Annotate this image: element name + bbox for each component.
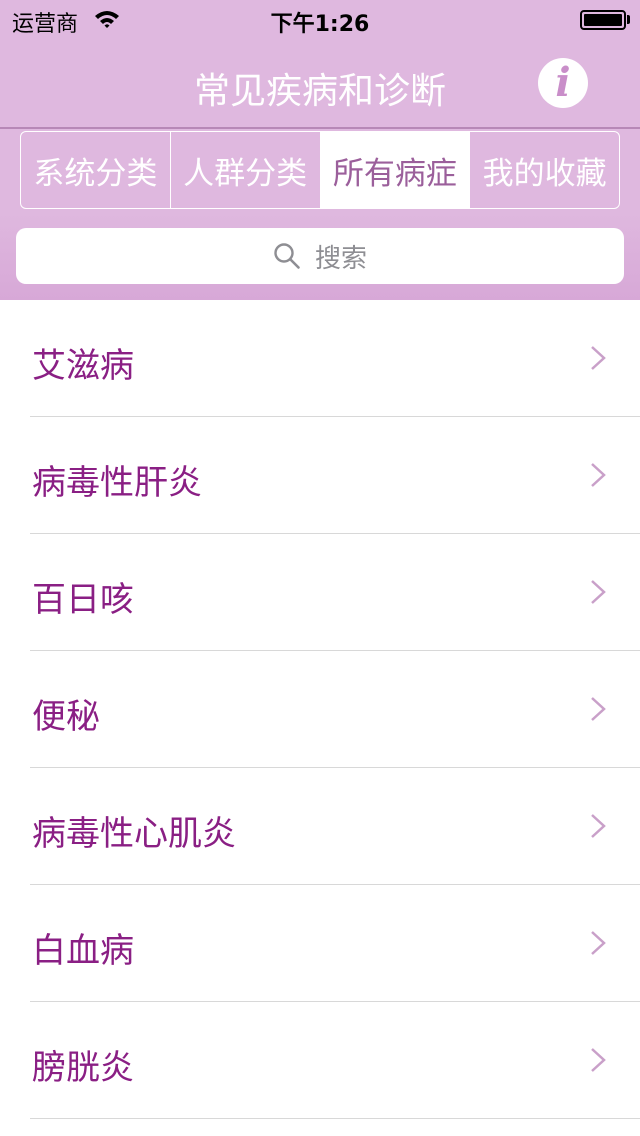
chevron-right-icon [591,1048,606,1072]
list-item-label: 膀胱炎 [32,1048,134,1088]
tab-my-favorites[interactable]: 我的收藏 [470,132,619,208]
search-bar: 搜索 [0,213,640,300]
chevron-right-icon [591,697,606,721]
status-time: 下午1:26 [270,12,370,37]
search-placeholder: 搜索 [314,243,367,274]
chevron-right-icon [591,463,606,487]
navigation-bar: 常见疾病和诊断 i [0,40,640,128]
category-segmented-control: 系统分类 人群分类 所有病症 我的收藏 [20,131,620,209]
tab-all-diseases[interactable]: 所有病症 [320,132,471,208]
info-icon[interactable]: i [538,58,588,108]
search-input[interactable]: 搜索 [16,228,624,284]
disease-list: 艾滋病 病毒性肝炎 百日咳 便秘 病毒性心肌炎 白血病 膀胱炎 [0,300,640,1119]
list-item-label: 病毒性肝炎 [32,463,202,503]
list-item-label: 艾滋病 [32,346,134,386]
battery-icon [580,10,626,30]
chevron-right-icon [591,931,606,955]
list-item[interactable]: 白血病 [0,885,640,1002]
chevron-right-icon [591,580,606,604]
segment-bar: 系统分类 人群分类 所有病症 我的收藏 [0,129,640,213]
row-separator [30,1118,640,1119]
info-glyph: i [555,59,571,106]
list-item[interactable]: 膀胱炎 [0,1002,640,1119]
status-bar: 运营商 下午1:26 [0,0,640,40]
list-item-label: 白血病 [32,931,134,971]
chevron-right-icon [591,346,606,370]
battery-tip [627,15,630,24]
list-item-label: 便秘 [32,697,100,737]
list-item[interactable]: 病毒性心肌炎 [0,768,640,885]
list-item-label: 百日咳 [32,580,134,620]
tab-system-category[interactable]: 系统分类 [21,132,171,208]
list-item-label: 病毒性心肌炎 [32,814,236,854]
list-item[interactable]: 百日咳 [0,534,640,651]
chevron-right-icon [591,814,606,838]
tab-population-category[interactable]: 人群分类 [171,132,321,208]
list-item[interactable]: 艾滋病 [0,300,640,417]
list-item[interactable]: 便秘 [0,651,640,768]
list-item[interactable]: 病毒性肝炎 [0,417,640,534]
search-icon [274,243,300,269]
